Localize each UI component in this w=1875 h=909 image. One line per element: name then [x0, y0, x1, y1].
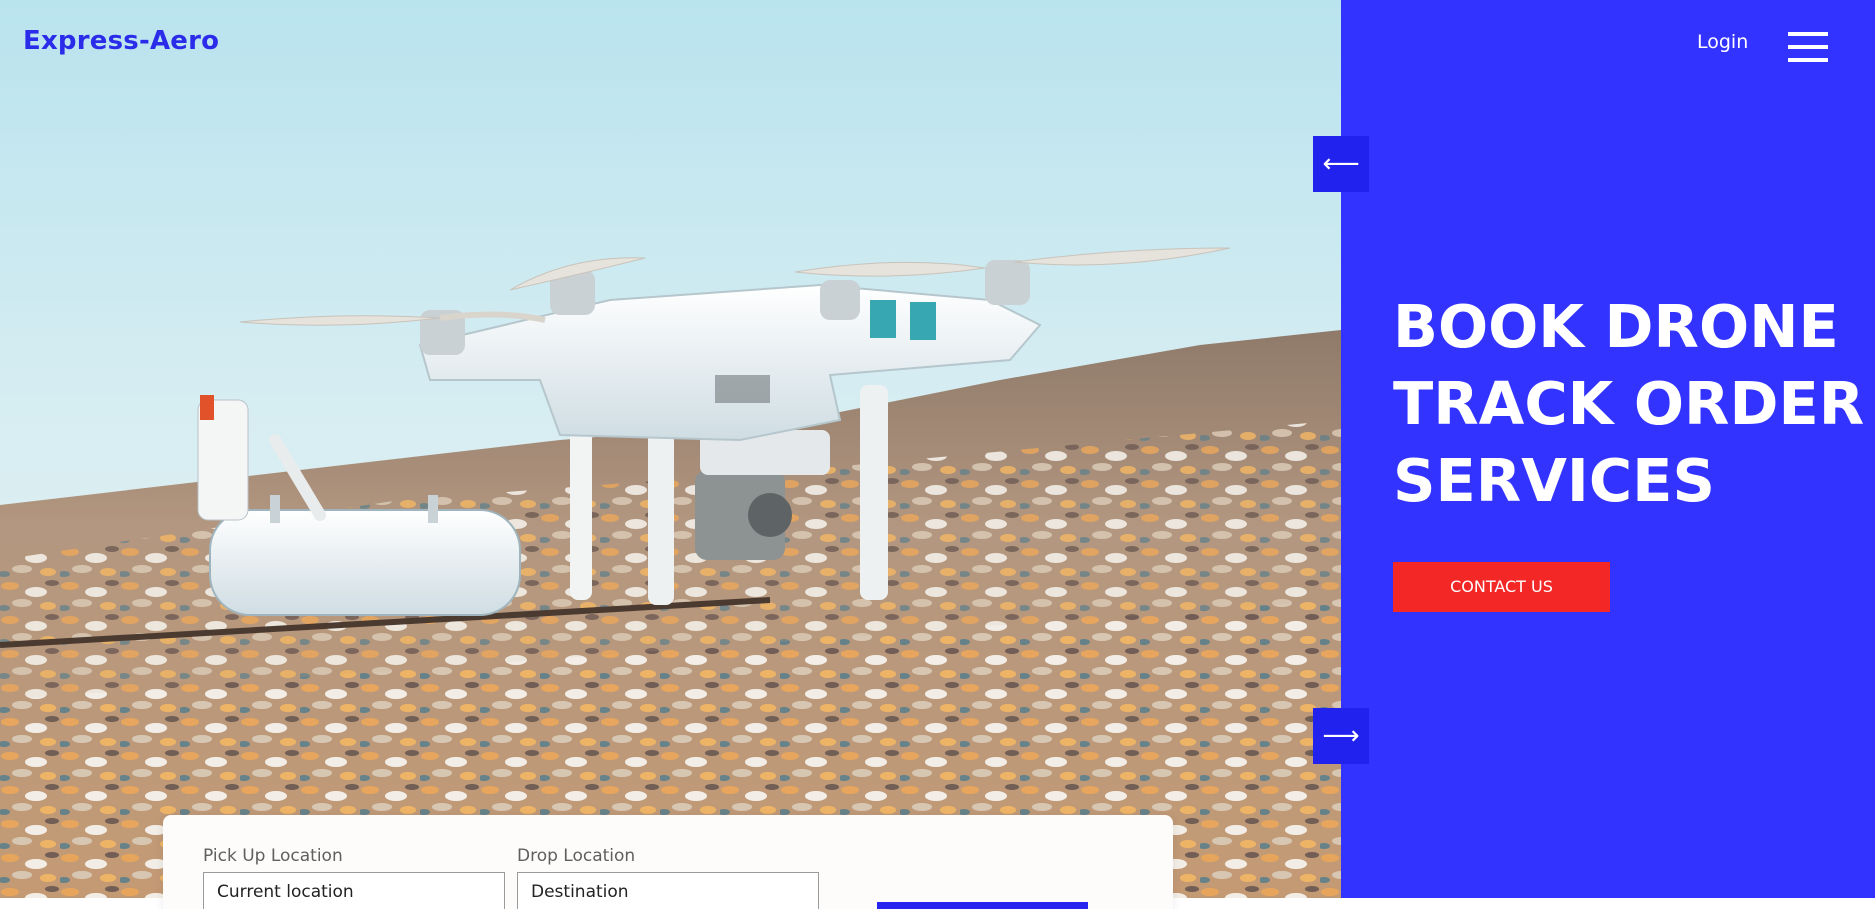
pickup-location-input[interactable]	[203, 872, 505, 909]
login-link[interactable]: Login	[1697, 31, 1748, 53]
hamburger-menu-icon[interactable]	[1788, 32, 1828, 64]
brand-logo[interactable]: Express-Aero	[23, 26, 219, 56]
book-button[interactable]	[877, 902, 1088, 909]
headline-line: SERVICES	[1393, 446, 1715, 515]
drop-location-input[interactable]	[517, 872, 819, 909]
menu-bar	[1788, 58, 1828, 62]
menu-bar	[1788, 45, 1828, 49]
hero-headline: BOOK DRONE TRACK ORDER SERVICES	[1393, 288, 1865, 519]
contact-us-button[interactable]: CONTACT US	[1393, 562, 1610, 612]
booking-form: Pick Up Location Drop Location	[163, 815, 1173, 909]
hero-image	[0, 0, 1341, 898]
menu-bar	[1788, 32, 1828, 36]
arrow-left-icon: ⟵	[1322, 149, 1360, 179]
drop-label: Drop Location	[517, 846, 636, 866]
arrow-right-icon: ⟶	[1322, 721, 1360, 751]
landing-page: Express-Aero Login ⟵ ⟶ BOOK DRONE TRACK …	[0, 0, 1875, 909]
headline-line: TRACK ORDER	[1393, 369, 1865, 438]
slider-next-button[interactable]: ⟶	[1313, 708, 1369, 764]
pickup-label: Pick Up Location	[203, 846, 343, 866]
headline-line: BOOK DRONE	[1393, 292, 1839, 361]
slider-prev-button[interactable]: ⟵	[1313, 136, 1369, 192]
